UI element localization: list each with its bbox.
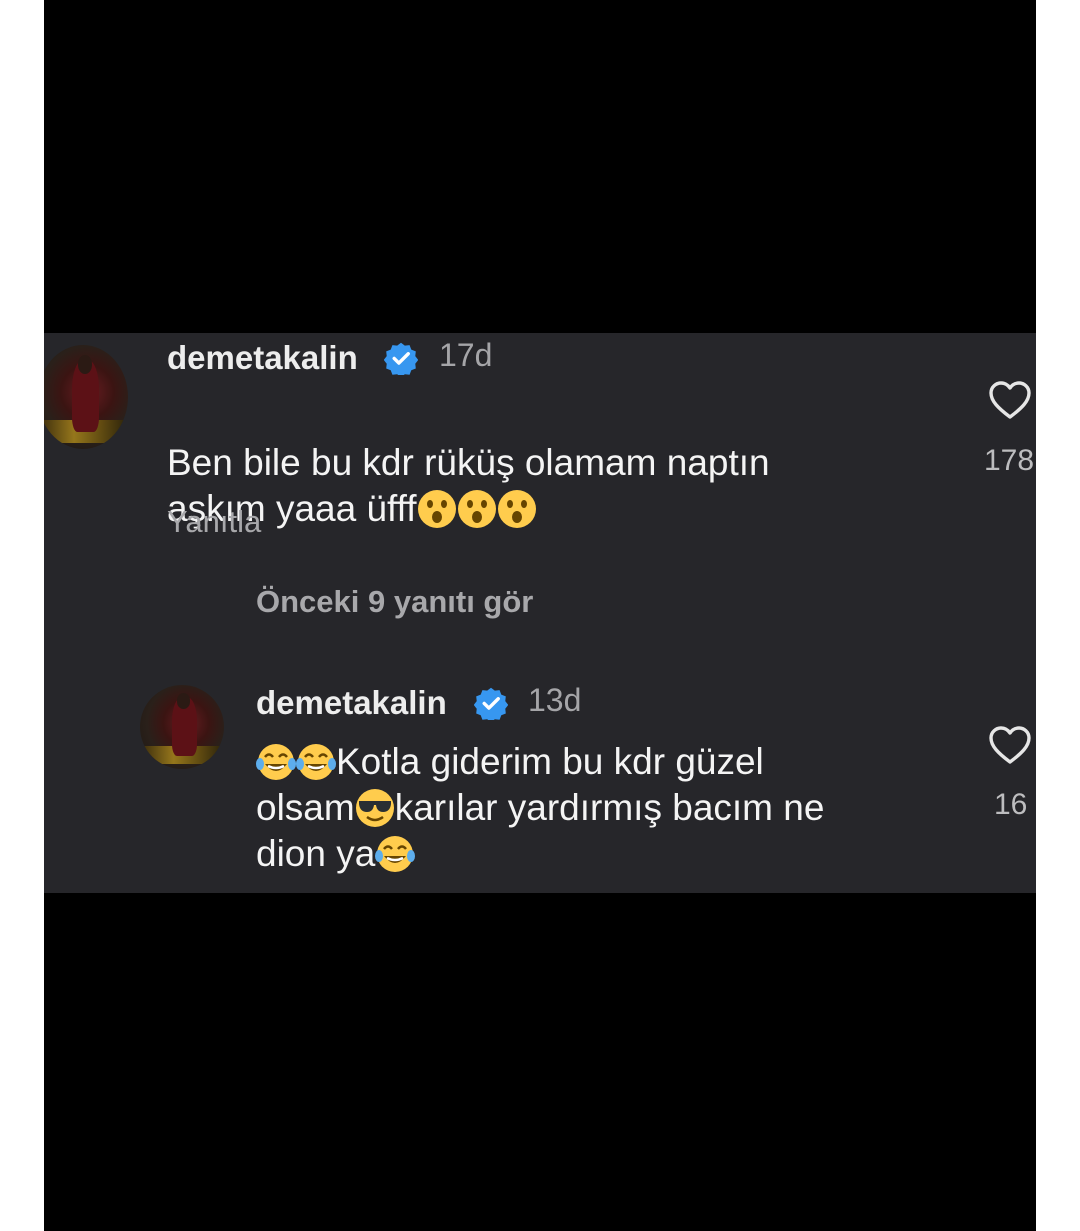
reply-line-3: dion ya	[256, 831, 976, 877]
reply-line-2-pre: olsam	[256, 787, 355, 828]
comments-panel: demetakalin 17d Ben bile bu kdr rüküş ol…	[44, 333, 1036, 893]
reply-line-1: Kotla giderim bu kdr güzel	[256, 739, 976, 785]
sunglasses-face-icon	[355, 788, 395, 828]
reply-line-3-text: dion ya	[256, 833, 376, 874]
comment-timestamp: 17d	[439, 337, 493, 373]
reply-line-2-post: karılar yardırmış bacım ne	[394, 787, 825, 828]
tears-of-joy-face-icon	[256, 742, 296, 782]
reply-button[interactable]: Yanıtla	[167, 504, 261, 540]
verified-badge-icon	[474, 687, 508, 720]
heart-icon[interactable]	[988, 726, 1032, 766]
reply-username[interactable]: demetakalin	[256, 684, 447, 722]
avatar[interactable]	[140, 685, 224, 769]
astonished-face-icon	[457, 489, 497, 529]
view-previous-replies-button[interactable]: Önceki 9 yanıtı gör	[256, 584, 533, 620]
comment-text: Ben bile bu kdr rüküş olamam naptın aşkı…	[167, 394, 887, 532]
tears-of-joy-face-icon	[375, 834, 415, 874]
verified-badge-icon	[384, 342, 418, 375]
like-count: 178	[984, 444, 1035, 477]
reply-line-2: olsam karılar yardırmış bacım ne	[256, 785, 976, 831]
heart-icon[interactable]	[988, 381, 1032, 421]
avatar[interactable]	[44, 345, 128, 449]
reply-line-1-text: Kotla giderim bu kdr güzel	[336, 741, 764, 782]
comment-username[interactable]: demetakalin	[167, 339, 358, 377]
reply-text: Kotla giderim bu kdr güzel olsam karılar …	[256, 739, 976, 877]
tears-of-joy-face-icon	[296, 742, 336, 782]
reply-timestamp: 13d	[528, 682, 582, 718]
screenshot-frame: demetakalin 17d Ben bile bu kdr rüküş ol…	[44, 0, 1036, 1231]
like-count: 16	[994, 788, 1028, 821]
astonished-face-icon	[497, 489, 537, 529]
astonished-face-icon	[417, 489, 457, 529]
